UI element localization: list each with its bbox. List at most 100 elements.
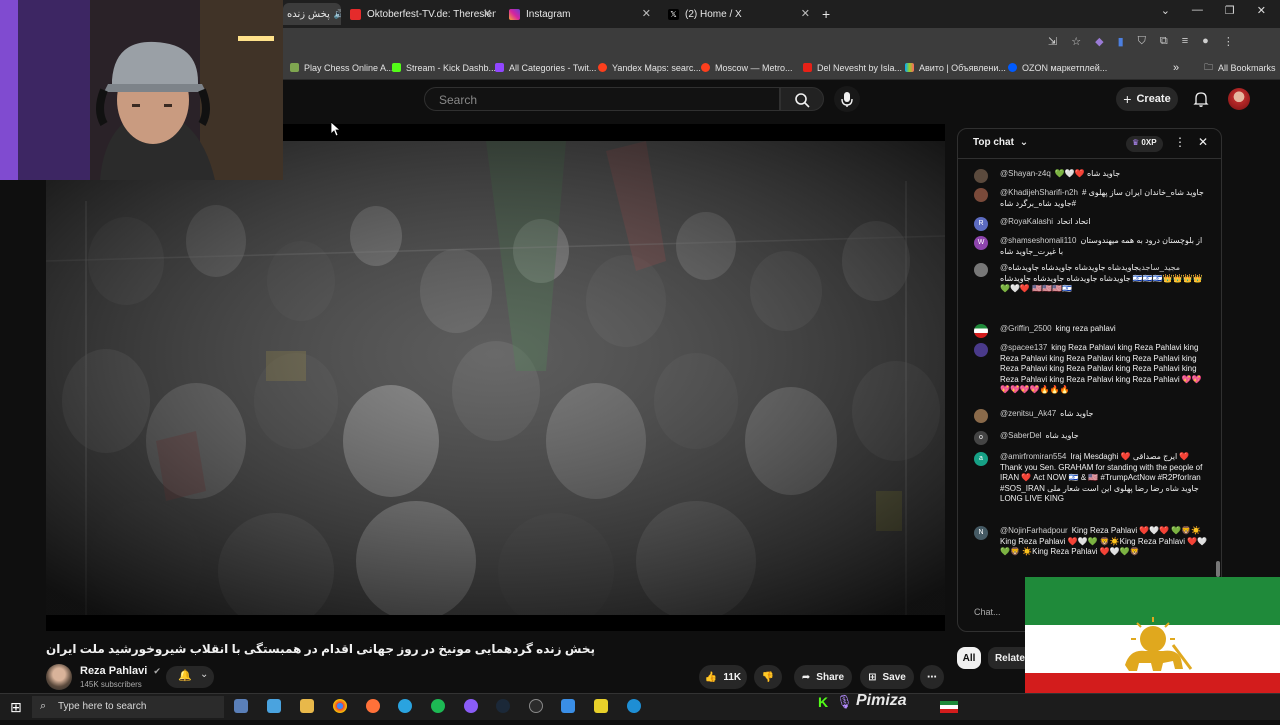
tab-x[interactable]: 𝕏 (2) Home / X ✕ [664,3,814,25]
bookmark-label: Yandex Maps: searc... [612,62,701,73]
notifications-button[interactable] [1192,90,1210,108]
close-window-icon[interactable]: ✕ [1257,4,1266,17]
taskbar-search-input[interactable]: ⌕ Type here to search [32,696,224,718]
app-icon[interactable] [594,699,608,713]
audio-icon[interactable]: 🔊 [334,9,341,20]
like-button[interactable]: 👍 11K [699,665,747,689]
account-avatar[interactable] [1228,88,1250,110]
chat-avatar [974,409,988,423]
task-view-icon[interactable] [234,699,248,713]
taskbar-search-placeholder: Type here to search [58,701,147,712]
chat-message[interactable]: N @NojinFarhadpour King Reza Pahlavi ❤️🤍❤… [958,526,1208,580]
menu-kebab-icon[interactable]: ⋮ [1223,35,1234,48]
microphone-icon: 🎙 [836,694,853,709]
dislike-button[interactable]: 👎 [754,665,782,689]
bookmark-item[interactable]: All Categories - Twit... [495,63,596,73]
tab-instagram[interactable]: Instagram ✕ [505,3,655,25]
app-icon[interactable] [267,699,281,713]
chat-text: جاوید شاه [1045,431,1079,440]
bookmark-item[interactable]: Del Nevesht by Isla... [803,63,902,73]
chat-username: @NojinFarhadpour [1000,526,1068,535]
app-icon[interactable] [561,699,575,713]
thumbs-down-icon: 👎 [761,671,775,683]
chat-menu-kebab-icon[interactable]: ⋮ [1174,135,1186,149]
extension-icon[interactable]: ◆ [1095,35,1103,48]
new-tab-button[interactable]: + [822,3,836,25]
bookmarks-overflow-button[interactable]: » [1173,62,1179,74]
channel-avatar[interactable] [46,664,72,690]
chrome-icon[interactable] [333,699,347,713]
chat-username: @zenitsu_Ak47 [1000,409,1057,418]
shield-icon[interactable]: ⛉ [1138,35,1146,48]
close-chat-icon[interactable]: ✕ [1198,135,1208,149]
save-button[interactable]: ⊞ Save [860,665,914,689]
minimize-icon[interactable]: — [1192,4,1203,17]
bookmark-item[interactable]: Авито | Объявлени... [905,63,1006,73]
channel-name[interactable]: Reza Pahlavi ✔ [80,665,161,677]
close-tab-icon[interactable]: ✕ [483,7,492,20]
chat-username: @Griffin_2500 [1000,324,1052,333]
map-pin-icon [598,63,607,72]
extension-icon[interactable]: ▮ [1118,35,1124,48]
plus-icon: + [822,6,831,22]
chat-avatar: W [974,236,988,250]
bookmark-star-icon[interactable]: ☆ [1071,35,1081,48]
close-tab-icon[interactable]: ✕ [642,7,651,20]
bookmark-label: Moscow — Metro... [715,62,793,73]
all-bookmarks-label: All Bookmarks [1218,62,1276,73]
bookmark-item[interactable]: Stream - Kick Dashb... [392,63,496,73]
obs-icon[interactable] [529,699,543,713]
tab-youtube-live[interactable]: پخش زنده 🔊 [283,3,341,25]
points-badge[interactable]: ♛ 0XP [1126,136,1163,152]
search-input[interactable]: Search [424,87,780,111]
chat-text: 💚🤍❤️ جاوید شاه [1054,169,1121,178]
window-controls: ⌄ — ❐ ✕ [1161,4,1280,17]
kick-icon [392,63,401,72]
bookmark-item[interactable]: Moscow — Metro... [701,63,793,73]
chevron-down-icon: ⌄ [1019,137,1029,148]
chat-avatar: N [974,526,988,540]
subscription-bell-button[interactable]: 🔔 ⌄ [166,666,214,688]
steam-icon[interactable] [496,699,510,713]
more-actions-button[interactable]: ⋯ [920,665,944,689]
bookmark-item[interactable]: Play Chess Online A... [290,63,394,73]
media-icon[interactable]: ≡ [1182,35,1188,48]
bookmark-item[interactable]: Yandex Maps: searc... [598,63,701,73]
file-explorer-icon[interactable] [300,699,314,713]
chat-scrollbar[interactable] [1216,561,1220,577]
chat-message-body: @Shayan-z4q 💚🤍❤️ جاوید شاه [1000,169,1208,180]
install-app-icon[interactable]: ⇲ [1048,35,1057,48]
bookmark-item[interactable]: OZON маркетплей... [1008,63,1107,73]
video-frame[interactable] [46,141,945,615]
chip-all[interactable]: All [957,647,981,669]
search-icon [795,93,810,108]
spotify-icon[interactable] [431,699,445,713]
chat-message-body: @zenitsu_Ak47 جاوید شاه [1000,409,1208,420]
chat-username: @spacee137 [1000,343,1048,352]
chat-header: Top chat ⌄ ♛ 0XP ⋮ ✕ [958,129,1221,159]
extensions-puzzle-icon[interactable]: ⧉ [1160,35,1168,48]
points-label: 0XP [1141,138,1157,147]
edge-icon[interactable] [627,699,641,713]
tab-search-icon[interactable]: ⌄ [1161,4,1170,17]
webcam-image [0,0,283,180]
chat-mode-dropdown[interactable]: Top chat ⌄ [973,137,1028,148]
search-button[interactable] [780,87,824,111]
chat-message-body: @RoyaKalashi اتحاد اتحاد [1000,217,1208,228]
chat-avatar: a [974,452,988,466]
profile-icon[interactable]: ● [1202,35,1209,48]
discord-icon[interactable] [464,699,478,713]
search-placeholder: Search [439,93,478,107]
telegram-icon[interactable] [398,699,412,713]
windows-start-icon[interactable]: ⊞ [10,699,22,716]
firefox-icon[interactable] [366,699,380,713]
create-button[interactable]: + Create [1116,87,1178,111]
share-button[interactable]: ➦ Share [794,665,852,689]
tab-oktoberfest[interactable]: Oktoberfest-TV.de: Theresienw ✕ [346,3,496,25]
voice-search-button[interactable] [834,86,860,112]
all-bookmarks-button[interactable]: 🗀 All Bookmarks [1204,60,1276,76]
chat-username: @Shayan-z4q [1000,169,1051,178]
close-tab-icon[interactable]: ✕ [801,7,810,20]
share-icon: ➦ [801,671,811,683]
restore-icon[interactable]: ❐ [1225,4,1235,17]
